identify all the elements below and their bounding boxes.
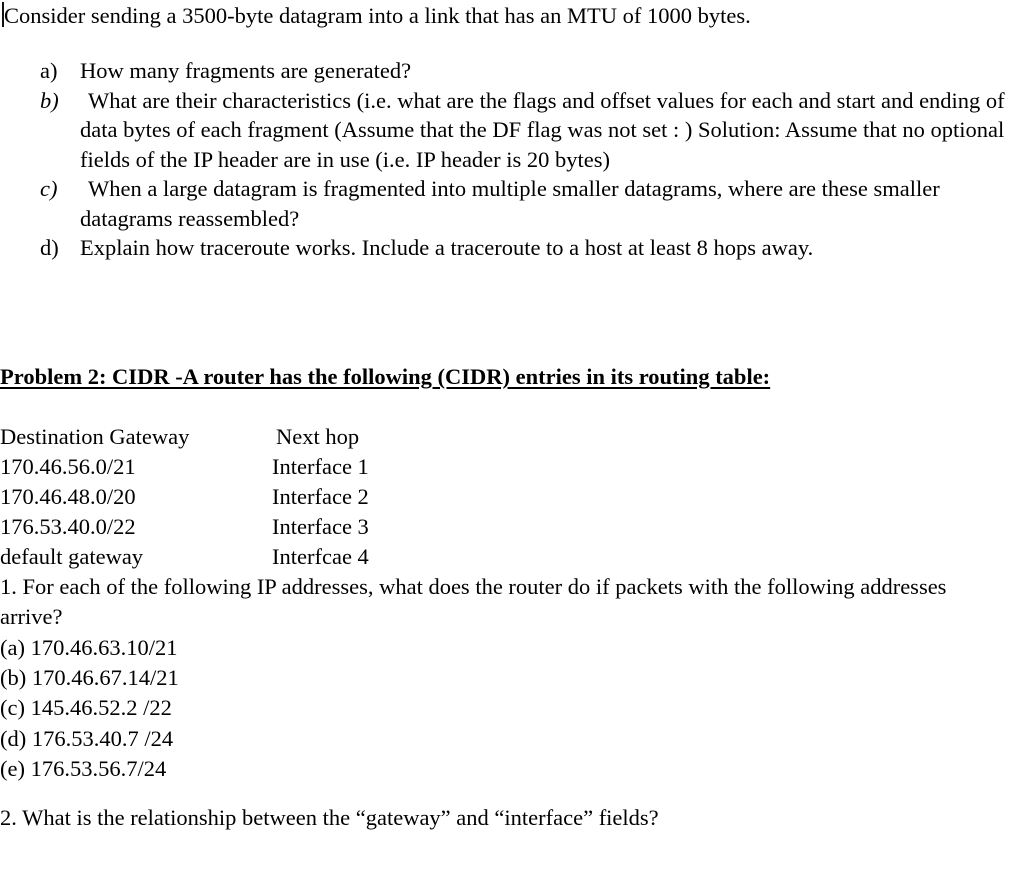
list-item: d) Explain how traceroute works. Include…	[0, 233, 1024, 263]
cell-destination: 170.46.56.0/21	[0, 454, 136, 479]
list-item-text-d: Explain how traceroute works. Include a …	[80, 235, 814, 260]
table-header-row: Destination Gateway Next hop	[0, 422, 560, 452]
list-item: (e) 176.53.56.7/24	[0, 755, 167, 781]
column-header-destination: Destination Gateway	[0, 424, 190, 449]
document-page: Consider sending a 3500-byte datagram in…	[0, 0, 1024, 873]
question-list: a) How many fragments are generated? b) …	[0, 56, 1024, 263]
intro-paragraph: Consider sending a 3500-byte datagram in…	[4, 3, 751, 28]
column-header-next-hop: Next hop	[276, 424, 360, 449]
list-item: (a) 170.46.63.10/21	[0, 635, 178, 660]
list-item: (b) 170.46.67.14/21	[0, 665, 179, 691]
table-row: 176.53.40.0/22 Interface 3	[0, 512, 560, 542]
cell-destination: 176.53.40.0/22	[0, 514, 136, 539]
list-item-text-c: When a large datagram is fragmented into…	[80, 176, 940, 231]
cell-destination: 170.46.48.0/20	[0, 484, 136, 509]
problem-2-heading: Problem 2: CIDR -A router has the follow…	[0, 364, 771, 389]
list-item: (c) 145.46.52.2 /22	[0, 695, 172, 721]
routing-table: Destination Gateway Next hop 170.46.56.0…	[0, 422, 560, 572]
list-item-text-a: How many fragments are generated?	[80, 58, 412, 83]
list-marker-c: c)	[40, 176, 58, 201]
address-list: (a) 170.46.63.10/21 (b) 170.46.67.14/21 …	[0, 633, 500, 784]
list-item: (d) 176.53.40.7 /24	[0, 725, 174, 751]
cell-next-hop: Interfcae 4	[272, 544, 369, 569]
list-item: c) When a large datagram is fragmented i…	[0, 174, 1024, 233]
list-marker-d: d)	[40, 235, 59, 260]
list-item: a) How many fragments are generated?	[0, 56, 1024, 86]
list-marker-a: a)	[40, 58, 58, 83]
table-row: 170.46.56.0/21 Interface 1	[0, 452, 560, 482]
cell-destination: default gateway	[0, 544, 144, 569]
sub-question-1: 1. For each of the following IP addresse…	[0, 574, 947, 629]
list-item-text-b: What are their characteristics (i.e. wha…	[80, 87, 1005, 172]
list-item: b) What are their characteristics (i.e. …	[0, 86, 1024, 175]
list-marker-b: b)	[40, 87, 59, 113]
sub-question-2: 2. What is the relationship between the …	[0, 805, 659, 830]
table-row: 170.46.48.0/20 Interface 2	[0, 482, 560, 512]
cell-next-hop: Interface 2	[272, 484, 369, 509]
cell-next-hop: Interface 3	[272, 514, 369, 539]
table-row: default gateway Interfcae 4	[0, 542, 560, 572]
cell-next-hop: Interface 1	[272, 454, 369, 479]
